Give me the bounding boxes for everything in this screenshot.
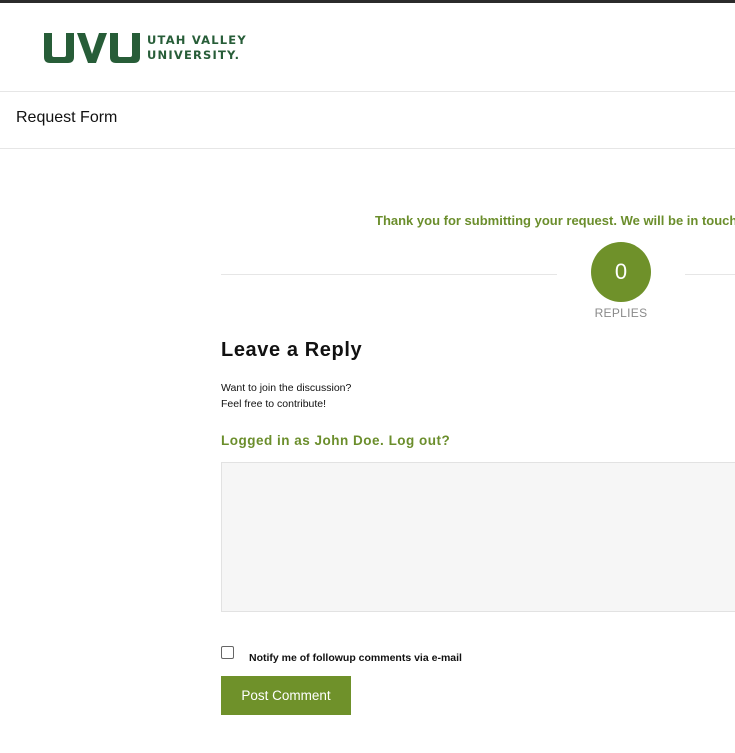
logo-line-2: UNIVERSITY. <box>147 48 241 62</box>
logged-in-line: Logged in as John Doe. Log out? <box>221 433 451 448</box>
reply-heading: Leave a Reply <box>221 339 363 361</box>
uvu-wordmark: UTAH VALLEY UNIVERSITY. <box>147 33 247 63</box>
uvu-logo[interactable]: UTAH VALLEY UNIVERSITY. <box>44 31 247 65</box>
notify-label: Notify me of followup comments via e-mai… <box>249 652 462 664</box>
logo-line-1: UTAH VALLEY <box>147 33 247 47</box>
logout-link[interactable]: Log out? <box>389 433 451 448</box>
reply-count: 0 <box>614 259 628 284</box>
reply-desc-line-1: Want to join the discussion? <box>221 382 352 394</box>
reply-description: Want to join the discussion? Feel free t… <box>221 380 351 412</box>
notify-option[interactable]: Notify me of followup comments via e-mai… <box>221 645 462 664</box>
reply-desc-line-2: Feel free to contribute! <box>221 398 327 410</box>
logged-in-prefix: Logged in as <box>221 433 311 448</box>
site-header: UTAH VALLEY UNIVERSITY. <box>0 3 735 92</box>
uvu-logo-mark-icon <box>44 33 140 63</box>
reply-count-label: REPLIES <box>594 306 648 320</box>
comment-textarea[interactable] <box>221 462 735 612</box>
user-profile-link[interactable]: John Doe <box>315 433 381 448</box>
divider-right <box>685 274 735 275</box>
reply-count-badge: 0 <box>591 242 651 302</box>
post-comment-button[interactable]: Post Comment <box>221 676 351 715</box>
page-title-bar: Request Form <box>0 92 735 149</box>
notify-checkbox[interactable] <box>221 646 234 659</box>
divider-left <box>221 274 557 275</box>
confirmation-message: Thank you for submitting your request. W… <box>375 213 735 228</box>
page-title: Request Form <box>16 109 118 126</box>
